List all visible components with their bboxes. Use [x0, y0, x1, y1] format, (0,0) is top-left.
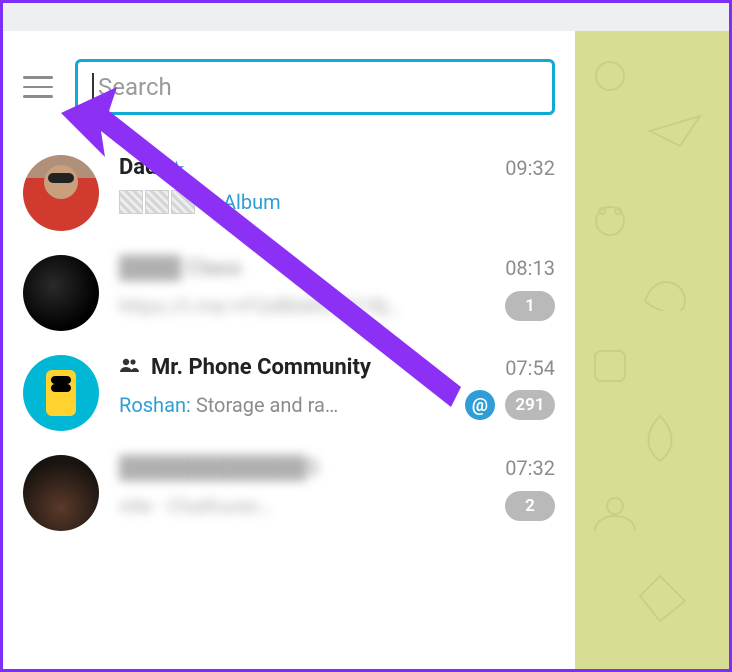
- chat-time: 08:13: [505, 256, 555, 280]
- star-icon: ★: [167, 156, 185, 180]
- menu-button[interactable]: [23, 76, 53, 98]
- media-thumbnails: [119, 190, 195, 214]
- app-window: Search Dad ★ 09:32: [0, 0, 732, 672]
- sender-name: Roshan:: [119, 393, 191, 417]
- mention-badge: @: [465, 390, 495, 420]
- chat-time: 07:32: [505, 456, 555, 480]
- chat-preview: https://t.me/+FQdBbMOG91Bj…: [119, 294, 495, 318]
- search-placeholder: Search: [98, 73, 172, 101]
- unread-badge: 1: [505, 291, 555, 321]
- hamburger-icon: [23, 76, 53, 79]
- unread-badge: 2: [505, 491, 555, 521]
- window-titlebar: [3, 3, 729, 31]
- search-input[interactable]: Search: [75, 59, 555, 115]
- chat-name: ████ Class: [119, 255, 241, 281]
- chat-preview: Roshan: Storage and ra…: [119, 393, 455, 417]
- chat-time: 07:54: [505, 356, 555, 380]
- chat-time: 09:32: [505, 156, 555, 180]
- app-content: Search Dad ★ 09:32: [3, 31, 729, 669]
- chat-item[interactable]: Mr. Phone Community 07:54 Roshan: Storag…: [3, 345, 575, 445]
- avatar: [23, 455, 99, 531]
- chat-item[interactable]: ████ Class 08:13 https://t.me/+FQdBbMOG9…: [3, 245, 575, 345]
- chat-list: Dad ★ 09:32 Album: [3, 145, 575, 669]
- group-icon: [119, 357, 141, 378]
- chat-sidebar: Search Dad ★ 09:32: [3, 31, 575, 669]
- search-row: Search: [3, 31, 575, 145]
- avatar: [23, 355, 99, 431]
- chat-item[interactable]: Dad ★ 09:32 Album: [3, 145, 575, 245]
- chat-item[interactable]: ████████████S 07:32 ntle · Chathuran… 2: [3, 445, 575, 545]
- chat-name: ████████████S: [119, 455, 320, 481]
- chat-preview: ntle · Chathuran…: [119, 494, 495, 518]
- avatar: [23, 255, 99, 331]
- chat-background: [575, 31, 729, 669]
- avatar: [23, 155, 99, 231]
- unread-badge: 291: [505, 390, 555, 420]
- chat-name: Mr. Phone Community: [151, 355, 371, 380]
- separator: [205, 191, 207, 213]
- chat-name: Dad: [119, 155, 157, 180]
- preview-label: Album: [223, 190, 281, 214]
- text-cursor: [92, 73, 94, 101]
